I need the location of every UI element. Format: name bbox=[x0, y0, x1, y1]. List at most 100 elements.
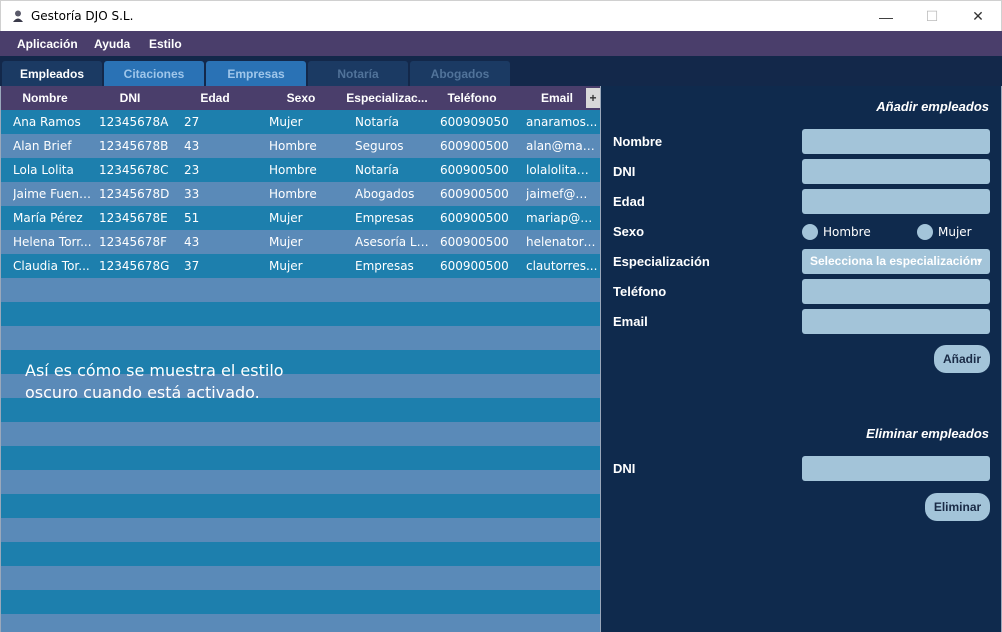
empty-table-row[interactable] bbox=[1, 326, 600, 350]
cell-edad[interactable]: 37 bbox=[184, 254, 264, 278]
cell-nombre[interactable]: Claudia Tor... bbox=[13, 254, 93, 278]
cell-email[interactable]: alan@mail.... bbox=[526, 134, 598, 158]
cell-edad[interactable]: 43 bbox=[184, 134, 264, 158]
cell-edad[interactable]: 43 bbox=[184, 230, 264, 254]
cell-sexo[interactable]: Mujer bbox=[269, 110, 349, 134]
cell-dni[interactable]: 12345678E bbox=[99, 206, 179, 230]
cell-edad[interactable]: 33 bbox=[184, 182, 264, 206]
especializacion-select[interactable]: Selecciona la especialización. ▼ bbox=[802, 249, 990, 274]
cell-telefono[interactable]: 600900500 bbox=[440, 158, 520, 182]
column-header-dni[interactable]: DNI bbox=[89, 86, 171, 110]
cell-especializacion[interactable]: Asesoría La... bbox=[355, 230, 435, 254]
column-header-edad[interactable]: Edad bbox=[171, 86, 259, 110]
empty-table-row[interactable] bbox=[1, 518, 600, 542]
cell-telefono[interactable]: 600900500 bbox=[440, 134, 520, 158]
empty-table-row[interactable] bbox=[1, 614, 600, 632]
tab-empresas[interactable]: Empresas bbox=[206, 61, 306, 86]
cell-especializacion[interactable]: Abogados bbox=[355, 182, 435, 206]
tab-citaciones[interactable]: Citaciones bbox=[104, 61, 204, 86]
column-header-sexo[interactable]: Sexo bbox=[259, 86, 343, 110]
cell-email[interactable]: helenatorre... bbox=[526, 230, 598, 254]
cell-dni[interactable]: 12345678A bbox=[99, 110, 179, 134]
nombre-input[interactable] bbox=[802, 129, 990, 154]
table-row[interactable]: Lola Lolita 12345678C 23 Hombre Notaría 60090… bbox=[1, 158, 600, 182]
cell-sexo[interactable]: Mujer bbox=[269, 254, 349, 278]
table-row[interactable]: Ana Ramos 12345678A 27 Mujer Notaría 60090905… bbox=[1, 110, 600, 134]
cell-email[interactable]: clautorres... bbox=[526, 254, 598, 278]
minimize-button[interactable]: — bbox=[863, 1, 909, 32]
tab-abogados[interactable]: Abogados bbox=[410, 61, 510, 86]
maximize-button[interactable]: ☐ bbox=[909, 1, 955, 32]
style-note-line: Así es cómo se muestra el estilo bbox=[25, 361, 284, 380]
empty-table-row[interactable] bbox=[1, 542, 600, 566]
tab-strip: Empleados Citaciones Empresas Notaría Ab… bbox=[0, 56, 1002, 86]
table-row[interactable]: Claudia Tor... 12345678G 37 Mujer Empresas 60… bbox=[1, 254, 600, 278]
cell-especializacion[interactable]: Seguros bbox=[355, 134, 435, 158]
add-column-button[interactable]: + bbox=[586, 88, 600, 108]
cell-telefono[interactable]: 600900500 bbox=[440, 230, 520, 254]
cell-nombre[interactable]: Alan Brief bbox=[13, 134, 93, 158]
cell-nombre[interactable]: Ana Ramos bbox=[13, 110, 93, 134]
cell-sexo[interactable]: Hombre bbox=[269, 158, 349, 182]
empty-table-row[interactable] bbox=[1, 446, 600, 470]
radio-mujer[interactable] bbox=[917, 224, 933, 240]
cell-nombre[interactable]: Jaime Fuent... bbox=[13, 182, 93, 206]
column-header-especializacion[interactable]: Especializac... bbox=[343, 86, 431, 110]
cell-dni[interactable]: 12345678F bbox=[99, 230, 179, 254]
table-row[interactable]: Jaime Fuent... 12345678D 33 Hombre Abogados 6… bbox=[1, 182, 600, 206]
cell-dni[interactable]: 12345678G bbox=[99, 254, 179, 278]
edad-input[interactable] bbox=[802, 189, 990, 214]
delete-dni-input[interactable] bbox=[802, 456, 990, 481]
cell-telefono[interactable]: 600909050 bbox=[440, 110, 520, 134]
empty-table-row[interactable] bbox=[1, 470, 600, 494]
cell-dni[interactable]: 12345678D bbox=[99, 182, 179, 206]
dni-input[interactable] bbox=[802, 159, 990, 184]
cell-email[interactable]: lolalolita@... bbox=[526, 158, 598, 182]
telefono-input[interactable] bbox=[802, 279, 990, 304]
cell-sexo[interactable]: Mujer bbox=[269, 230, 349, 254]
table-row[interactable]: Helena Torr... 12345678F 43 Mujer Asesoría L… bbox=[1, 230, 600, 254]
cell-telefono[interactable]: 600900500 bbox=[440, 182, 520, 206]
cell-edad[interactable]: 23 bbox=[184, 158, 264, 182]
cell-nombre[interactable]: María Pérez bbox=[13, 206, 93, 230]
email-input[interactable] bbox=[802, 309, 990, 334]
tab-empleados[interactable]: Empleados bbox=[2, 61, 102, 86]
empty-table-row[interactable] bbox=[1, 494, 600, 518]
add-button[interactable]: Añadir bbox=[934, 345, 990, 373]
delete-button[interactable]: Eliminar bbox=[925, 493, 990, 521]
column-header-telefono[interactable]: Teléfono bbox=[431, 86, 513, 110]
cell-sexo[interactable]: Hombre bbox=[269, 182, 349, 206]
empty-table-row[interactable] bbox=[1, 302, 600, 326]
column-header-nombre[interactable]: Nombre bbox=[1, 86, 89, 110]
radio-hombre[interactable] bbox=[802, 224, 818, 240]
cell-dni[interactable]: 12345678C bbox=[99, 158, 179, 182]
menu-aplicacion[interactable]: Aplicación bbox=[17, 37, 78, 51]
cell-telefono[interactable]: 600900500 bbox=[440, 206, 520, 230]
empty-table-row[interactable] bbox=[1, 422, 600, 446]
tab-notaria[interactable]: Notaría bbox=[308, 61, 408, 86]
empty-table-row[interactable] bbox=[1, 590, 600, 614]
menu-estilo[interactable]: Estilo bbox=[149, 37, 182, 51]
cell-dni[interactable]: 12345678B bbox=[99, 134, 179, 158]
cell-especializacion[interactable]: Empresas bbox=[355, 206, 435, 230]
cell-telefono[interactable]: 600900500 bbox=[440, 254, 520, 278]
cell-especializacion[interactable]: Notaría bbox=[355, 158, 435, 182]
close-button[interactable]: ✕ bbox=[955, 1, 1001, 32]
table-row[interactable]: María Pérez 12345678E 51 Mujer Empresas 60090… bbox=[1, 206, 600, 230]
cell-edad[interactable]: 51 bbox=[184, 206, 264, 230]
cell-nombre[interactable]: Lola Lolita bbox=[13, 158, 93, 182]
menu-ayuda[interactable]: Ayuda bbox=[94, 37, 130, 51]
cell-email[interactable]: mariap@m... bbox=[526, 206, 598, 230]
cell-especializacion[interactable]: Notaría bbox=[355, 110, 435, 134]
cell-especializacion[interactable]: Empresas bbox=[355, 254, 435, 278]
empty-table-row[interactable] bbox=[1, 278, 600, 302]
cell-email[interactable]: anaramos... bbox=[526, 110, 598, 134]
cell-nombre[interactable]: Helena Torr... bbox=[13, 230, 93, 254]
especializacion-label: Especialización bbox=[613, 254, 710, 269]
table-row[interactable]: Alan Brief 12345678B 43 Hombre Seguros 600900… bbox=[1, 134, 600, 158]
cell-sexo[interactable]: Hombre bbox=[269, 134, 349, 158]
cell-email[interactable]: jaimef@mai... bbox=[526, 182, 598, 206]
empty-table-row[interactable] bbox=[1, 566, 600, 590]
cell-sexo[interactable]: Mujer bbox=[269, 206, 349, 230]
cell-edad[interactable]: 27 bbox=[184, 110, 264, 134]
